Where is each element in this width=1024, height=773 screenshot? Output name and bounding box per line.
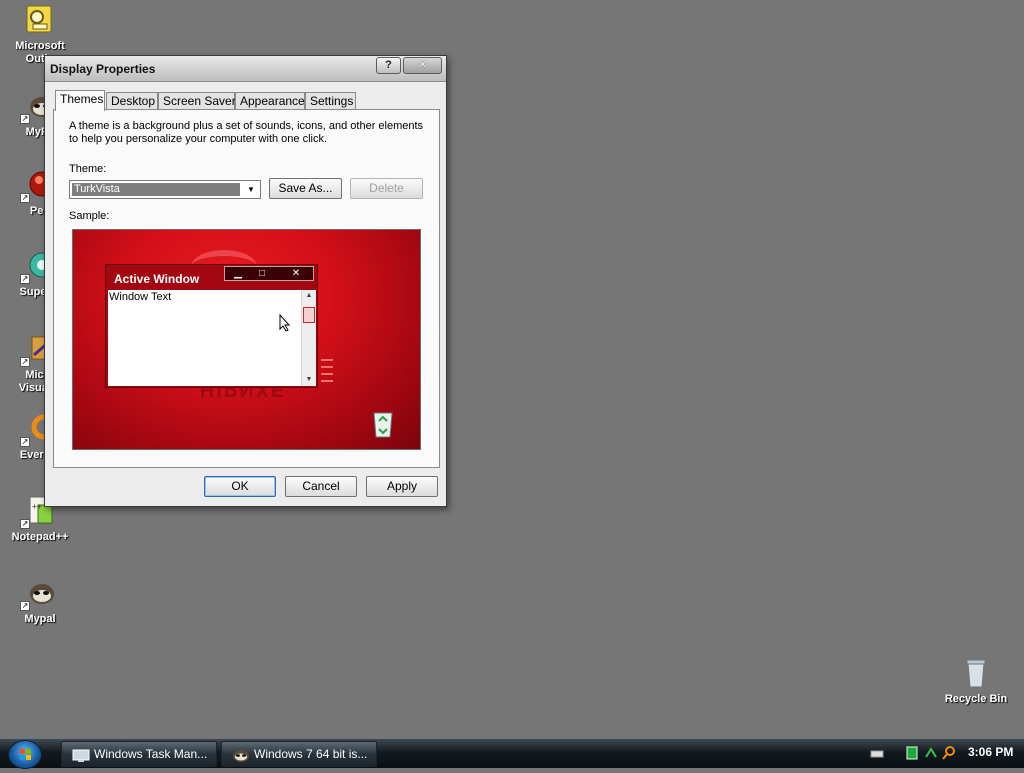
taskbar: Windows Task Man... Windows 7 64 bit is.… xyxy=(0,738,1024,769)
minimize-icon: ▁ xyxy=(234,268,242,279)
themes-panel: A theme is a background plus a set of so… xyxy=(53,109,440,468)
desktop-icon-label: Recycle Bin xyxy=(944,693,1008,705)
taskbar-button-browser[interactable]: Windows 7 64 bit is... xyxy=(221,741,377,767)
desktop-icon-label: Notepad++ xyxy=(11,531,69,543)
scroll-thumb xyxy=(303,307,315,323)
dialog-titlebar[interactable]: Display Properties ? ✕ xyxy=(45,56,446,82)
theme-select-value: TurkVista xyxy=(72,183,240,196)
apply-button[interactable]: Apply xyxy=(366,476,438,497)
maximize-icon: □ xyxy=(258,268,266,279)
theme-sample-preview: HIPNXE Active Window ▁ □ ✕ Window Text ▲… xyxy=(72,229,421,450)
mypal-browser-icon xyxy=(232,747,250,762)
chevron-down-icon[interactable]: ▼ xyxy=(244,183,258,196)
theme-label: Theme: xyxy=(69,163,107,175)
taskbar-button-task-manager[interactable]: Windows Task Man... xyxy=(61,741,217,767)
sample-window-title: Active Window xyxy=(114,272,200,286)
display-properties-dialog[interactable]: Display Properties ? ✕ Themes Desktop Sc… xyxy=(44,55,447,507)
shortcut-arrow-icon: ↗ xyxy=(20,601,30,611)
save-as-button[interactable]: Save As... xyxy=(269,178,342,199)
sample-window-client: Window Text ▲ ▼ xyxy=(108,290,316,386)
taskbar-button-label: Windows Task Man... xyxy=(94,747,208,761)
delete-button[interactable]: Delete xyxy=(350,178,423,199)
tab-screen-saver[interactable]: Screen Saver xyxy=(158,92,236,110)
taskbar-clock[interactable]: 3:06 PM xyxy=(968,745,1013,759)
theme-select[interactable]: TurkVista ▼ xyxy=(69,180,261,199)
start-button[interactable] xyxy=(8,740,42,769)
sync-icon[interactable] xyxy=(924,745,938,761)
tab-themes[interactable]: Themes xyxy=(55,90,105,111)
recycle-bin-icon xyxy=(960,657,992,689)
cancel-button[interactable]: Cancel xyxy=(285,476,357,497)
shortcut-arrow-icon: ↗ xyxy=(20,114,30,124)
raccoon-icon: ↗ xyxy=(20,577,56,611)
taskbar-button-label: Windows 7 64 bit is... xyxy=(254,747,368,761)
search-icon[interactable] xyxy=(942,745,956,761)
task-manager-icon xyxy=(72,747,90,762)
sample-window-text: Window Text xyxy=(109,291,172,303)
sample-recycle-bin-icon xyxy=(369,407,397,439)
scroll-down-icon: ▼ xyxy=(305,376,313,383)
network-icon[interactable] xyxy=(906,745,920,761)
close-icon: ✕ xyxy=(291,268,301,279)
sample-label: Sample: xyxy=(69,210,110,222)
windows-logo-icon xyxy=(20,749,31,760)
shortcut-arrow-icon: ↗ xyxy=(20,437,30,447)
themes-description: A theme is a background plus a set of so… xyxy=(69,120,424,145)
tab-desktop[interactable]: Desktop xyxy=(106,92,158,110)
dialog-title: Display Properties xyxy=(50,62,156,76)
shortcut-arrow-icon: ↗ xyxy=(20,274,30,284)
svg-text:++: ++ xyxy=(32,502,42,511)
wallpaper-stripes xyxy=(321,359,333,387)
close-button[interactable]: ✕ xyxy=(403,57,442,74)
shortcut-arrow-icon: ↗ xyxy=(20,357,30,367)
desktop-icon-mypal[interactable]: ↗ Mypal xyxy=(0,577,80,626)
desktop-icon-recycle-bin[interactable]: Recycle Bin xyxy=(936,657,1016,706)
desktop-icon-label: Mypal xyxy=(24,613,56,625)
sample-scrollbar: ▲ ▼ xyxy=(301,290,316,386)
outlook-icon xyxy=(24,4,56,36)
shortcut-arrow-icon: ↗ xyxy=(20,519,30,529)
keyboard-icon[interactable] xyxy=(870,745,884,761)
mouse-cursor-icon xyxy=(279,313,291,332)
sample-window-controls: ▁ □ ✕ xyxy=(224,266,314,281)
ok-button[interactable]: OK xyxy=(204,476,276,497)
tab-appearance[interactable]: Appearance xyxy=(235,92,305,110)
shortcut-arrow-icon: ↗ xyxy=(20,193,30,203)
scroll-up-icon: ▲ xyxy=(305,292,313,299)
help-button[interactable]: ? xyxy=(376,57,401,74)
tab-settings[interactable]: Settings xyxy=(305,92,356,110)
